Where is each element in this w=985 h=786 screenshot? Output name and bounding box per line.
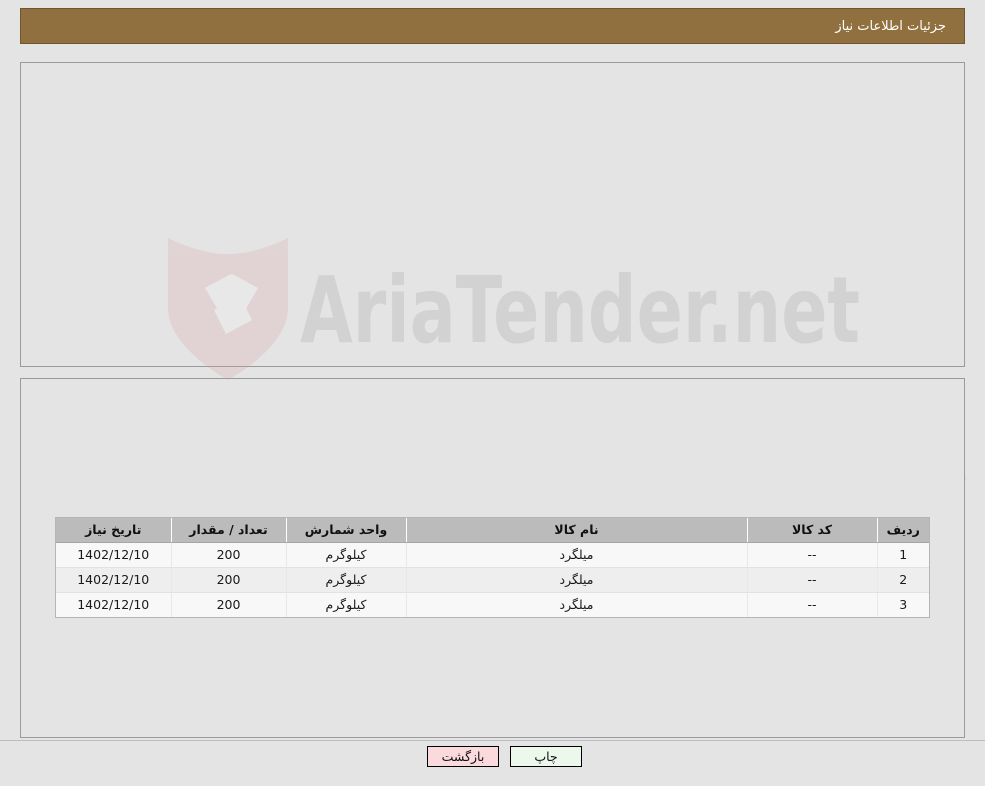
cell-name: میلگرد [405,592,747,617]
need-info-panel [20,62,965,367]
th-code: کد کالا [746,518,877,543]
cell-unit: کیلوگرم [285,592,406,617]
page-title-bar: جزئیات اطلاعات نیاز [20,8,965,44]
cell-date: 1402/12/10 [56,592,171,617]
cell-name: میلگرد [405,567,747,593]
cell-code: -- [746,567,877,593]
th-date: تاریخ نیاز [56,518,171,543]
cell-date: 1402/12/10 [56,542,171,568]
th-row: ردیف [876,518,929,543]
goods-table: ردیف کد کالا نام کالا واحد شمارش تعداد /… [56,518,929,617]
cell-unit: کیلوگرم [285,567,406,593]
cell-code: -- [746,592,877,617]
cell-qty: 200 [170,567,286,593]
back-button[interactable]: بازگشت [427,746,499,767]
table-row[interactable]: 3 -- میلگرد کیلوگرم 200 1402/12/10 [56,592,929,617]
table-row[interactable]: 2 -- میلگرد کیلوگرم 200 1402/12/10 [56,567,929,593]
footer-divider [0,740,985,741]
cell-qty: 200 [170,592,286,617]
cell-name: میلگرد [405,542,747,568]
th-unit: واحد شمارش [285,518,406,543]
table-row[interactable]: 1 -- میلگرد کیلوگرم 200 1402/12/10 [56,542,929,568]
page-root: AriaTender.net جزئیات اطلاعات نیاز شماره… [0,0,985,786]
cell-qty: 200 [170,542,286,568]
th-name: نام کالا [405,518,747,543]
print-button[interactable]: چاپ [510,746,582,767]
cell-unit: کیلوگرم [285,542,406,568]
goods-table-wrapper: ردیف کد کالا نام کالا واحد شمارش تعداد /… [55,517,930,618]
cell-date: 1402/12/10 [56,567,171,593]
cell-code: -- [746,542,877,568]
table-header-row: ردیف کد کالا نام کالا واحد شمارش تعداد /… [56,518,929,543]
cell-row: 2 [876,567,929,593]
page-title: جزئیات اطلاعات نیاز [835,18,946,34]
cell-row: 1 [876,542,929,568]
cell-row: 3 [876,592,929,617]
th-qty: تعداد / مقدار [170,518,286,543]
